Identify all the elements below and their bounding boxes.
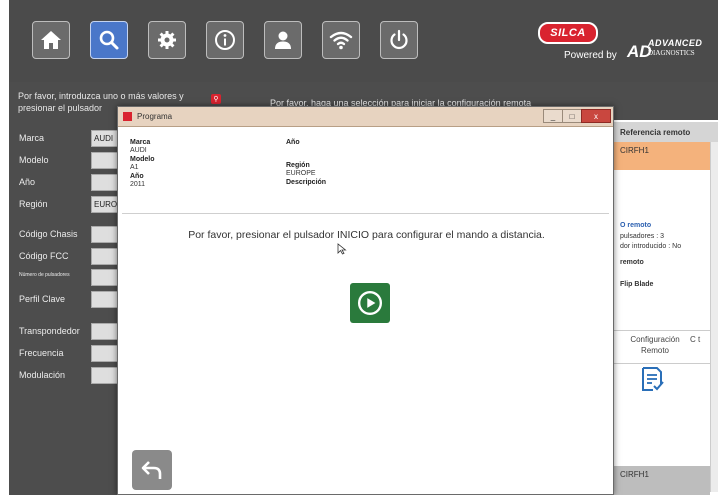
power-icon: [390, 29, 408, 50]
dialog-title: Programa: [137, 112, 173, 121]
results-panel: [614, 120, 718, 495]
search-small-icon[interactable]: ⚲: [211, 94, 221, 104]
minimize-button[interactable]: _: [543, 109, 563, 123]
user-button[interactable]: [264, 21, 302, 59]
power-button[interactable]: [380, 21, 418, 59]
detail-remote: remoto: [620, 259, 644, 266]
field-label-codigo-chasis: Código Chasis: [19, 229, 78, 239]
info-region-value: EUROPE: [286, 170, 316, 177]
advanced-label: ADVANCED: [648, 38, 703, 48]
close-button[interactable]: x: [581, 109, 611, 123]
field-label-region: Región: [19, 199, 48, 209]
wifi-icon: [329, 31, 353, 50]
back-arrow-icon: [141, 461, 162, 479]
detail-code: dor introducido : No: [620, 243, 682, 250]
field-label-transpondedor: Transpondedor: [19, 326, 80, 336]
silca-logo: SILCA: [538, 22, 598, 44]
info-year-label-2: Año: [286, 139, 300, 146]
results-scrollbar[interactable]: [710, 142, 718, 492]
field-label-perfil-clave: Perfil Clave: [19, 294, 66, 304]
field-label-marca: Marca: [19, 133, 45, 143]
info-model-label: Modelo: [130, 156, 155, 163]
info-button[interactable]: [206, 21, 244, 59]
gear-icon: [158, 31, 176, 49]
info-model-value: A1: [130, 164, 139, 171]
dialog-message: Por favor, presionar el pulsador INICIO …: [188, 229, 545, 241]
detail-blade: Flip Blade: [620, 281, 654, 288]
second-column-header: C t: [690, 335, 701, 344]
field-label-codigo-fcc: Código FCC: [19, 251, 69, 261]
home-icon: [41, 31, 61, 49]
search-button[interactable]: [90, 21, 128, 59]
info-brand-value: AUDI: [130, 147, 147, 154]
info-brand-label: Marca: [130, 139, 151, 146]
document-config-icon[interactable]: [640, 366, 664, 392]
wifi-button[interactable]: [322, 21, 360, 59]
field-label-modelo: Modelo: [19, 155, 49, 165]
config-remote-column: Configuración Remoto: [630, 335, 680, 355]
search-icon: [99, 30, 119, 50]
home-button[interactable]: [32, 21, 70, 59]
field-label-modulacion: Modulación: [19, 370, 66, 380]
info-icon: [215, 30, 235, 50]
diagnostics-label: DIAGNOSTICS: [648, 49, 695, 57]
brand-logo: SILCA Powered by AD ADVANCED DIAGNOSTICS: [528, 16, 718, 64]
info-description-label: Descripción: [286, 179, 327, 186]
program-dialog: Programa _ □ x Marca AUDI Modelo A1 Año …: [117, 106, 614, 495]
field-label-ano: Año: [19, 177, 36, 187]
settings-button[interactable]: [148, 21, 186, 59]
user-icon: [275, 31, 291, 49]
results-header: Referencia remoto: [614, 122, 718, 142]
detail-buttons: pulsadores : 3: [620, 233, 664, 240]
start-button[interactable]: [350, 283, 390, 323]
field-label-num-pulsadores: Número de pulsadores: [19, 272, 70, 278]
play-icon: [357, 290, 383, 316]
info-region-label: Región: [286, 162, 310, 169]
info-year-label: Año: [130, 173, 144, 180]
back-button[interactable]: [132, 450, 172, 490]
maximize-button[interactable]: □: [562, 109, 582, 123]
dialog-divider: [122, 213, 609, 214]
results-selected-row[interactable]: CIRFH1: [614, 142, 710, 170]
detail-title: O remoto: [620, 222, 652, 229]
results-footer-row[interactable]: CIRFH1: [614, 466, 710, 495]
powered-by-label: Powered by: [564, 50, 617, 61]
mouse-cursor-icon: [337, 243, 347, 255]
dialog-titlebar[interactable]: Programa _ □ x: [118, 107, 613, 127]
app-icon: [123, 112, 132, 121]
field-label-frecuencia: Frecuencia: [19, 348, 64, 358]
info-year-value: 2011: [130, 181, 146, 188]
